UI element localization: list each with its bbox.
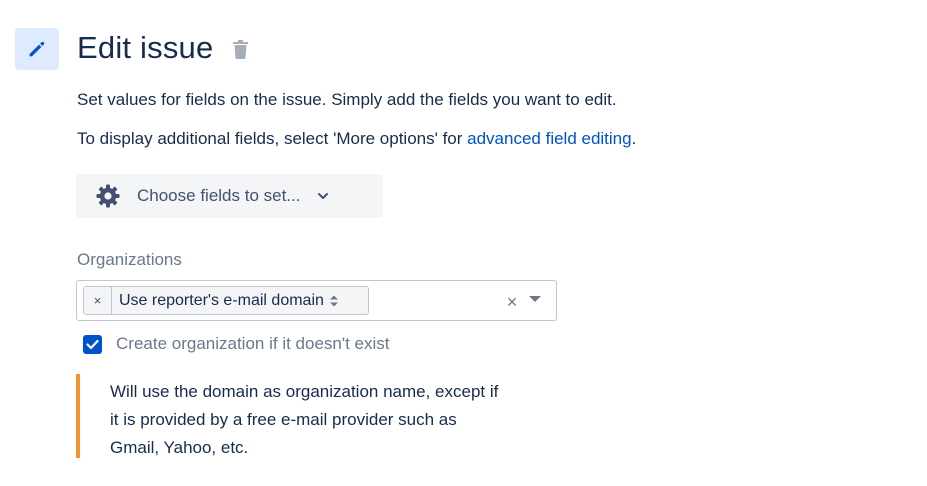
note-line-1: Will use the domain as organization name… xyxy=(110,382,499,401)
clear-selection-button[interactable]: × xyxy=(504,292,520,312)
delete-button[interactable] xyxy=(231,38,249,60)
trash-icon xyxy=(232,39,248,59)
info-note: Will use the domain as organization name… xyxy=(76,374,566,458)
pencil-icon xyxy=(29,41,45,57)
sort-arrows-icon[interactable] xyxy=(328,293,340,309)
advanced-field-editing-link[interactable]: advanced field editing xyxy=(467,129,631,148)
chevron-down-icon xyxy=(316,189,330,203)
checkmark-icon xyxy=(86,339,99,350)
chip-remove-button[interactable]: × xyxy=(84,287,112,314)
dropdown-arrow-icon[interactable] xyxy=(528,294,542,304)
description-line-1: Set values for fields on the issue. Simp… xyxy=(77,90,617,109)
page-title: Edit issue xyxy=(77,30,214,65)
description-text: To display additional fields, select 'Mo… xyxy=(77,129,468,148)
note-line-3: Gmail, Yahoo, etc. xyxy=(110,438,249,457)
create-organization-label: Create organization if it doesn't exist xyxy=(116,334,390,353)
organizations-label: Organizations xyxy=(77,250,182,269)
chip-label: Use reporter's e-mail domain xyxy=(119,291,324,309)
create-organization-checkbox[interactable] xyxy=(83,335,102,354)
edit-issue-icon-box xyxy=(15,28,59,70)
choose-fields-button[interactable]: Choose fields to set... xyxy=(76,174,383,218)
note-line-2: it is provided by a free e-mail provider… xyxy=(110,410,457,429)
choose-fields-label: Choose fields to set... xyxy=(137,186,301,205)
organizations-select[interactable]: × Use reporter's e-mail domain × xyxy=(76,280,557,321)
selected-organization-chip: × Use reporter's e-mail domain xyxy=(83,286,369,315)
description-line-2: To display additional fields, select 'Mo… xyxy=(77,129,636,149)
gear-icon xyxy=(95,183,121,209)
description-period: . xyxy=(631,129,637,148)
